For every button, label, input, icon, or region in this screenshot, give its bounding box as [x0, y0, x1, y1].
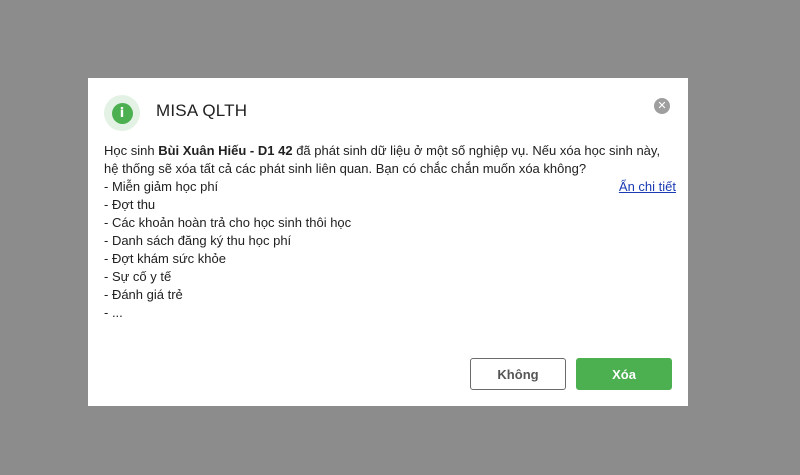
- student-name: Bùi Xuân Hiếu - D1 42: [158, 143, 293, 158]
- confirm-delete-dialog: i MISA QLTH ✕ Học sinh Bùi Xuân Hiếu - D…: [88, 78, 688, 406]
- list-item: - ...: [104, 305, 123, 320]
- related-data-list: - Miễn giảm học phí - Đợt thu - Các khoả…: [104, 178, 664, 322]
- list-item: - Các khoản hoàn trả cho học sinh thôi h…: [104, 215, 352, 230]
- message-prefix: Học sinh: [104, 143, 159, 158]
- cancel-button[interactable]: Không: [470, 358, 566, 390]
- info-icon: i: [104, 95, 140, 131]
- dialog-title: MISA QLTH: [156, 101, 248, 120]
- list-item: - Đợt thu: [104, 197, 156, 212]
- hide-detail-link[interactable]: Ẩn chi tiết: [619, 179, 676, 194]
- delete-button[interactable]: Xóa: [576, 358, 672, 390]
- info-symbol: i: [111, 102, 133, 124]
- message-text: Học sinh Bùi Xuân Hiếu - D1 42 đã phát s…: [104, 142, 664, 178]
- list-item: - Sự cố y tế: [104, 269, 172, 284]
- dialog-message: Học sinh Bùi Xuân Hiếu - D1 42 đã phát s…: [104, 142, 664, 322]
- list-item: - Danh sách đăng ký thu học phí: [104, 233, 292, 248]
- list-item: - Miễn giảm học phí: [104, 179, 219, 194]
- list-item: - Đánh giá trẻ: [104, 287, 183, 302]
- dialog-header: i MISA QLTH ✕: [104, 95, 672, 131]
- list-item: - Đợt khám sức khỏe: [104, 251, 226, 266]
- close-icon[interactable]: ✕: [654, 98, 670, 114]
